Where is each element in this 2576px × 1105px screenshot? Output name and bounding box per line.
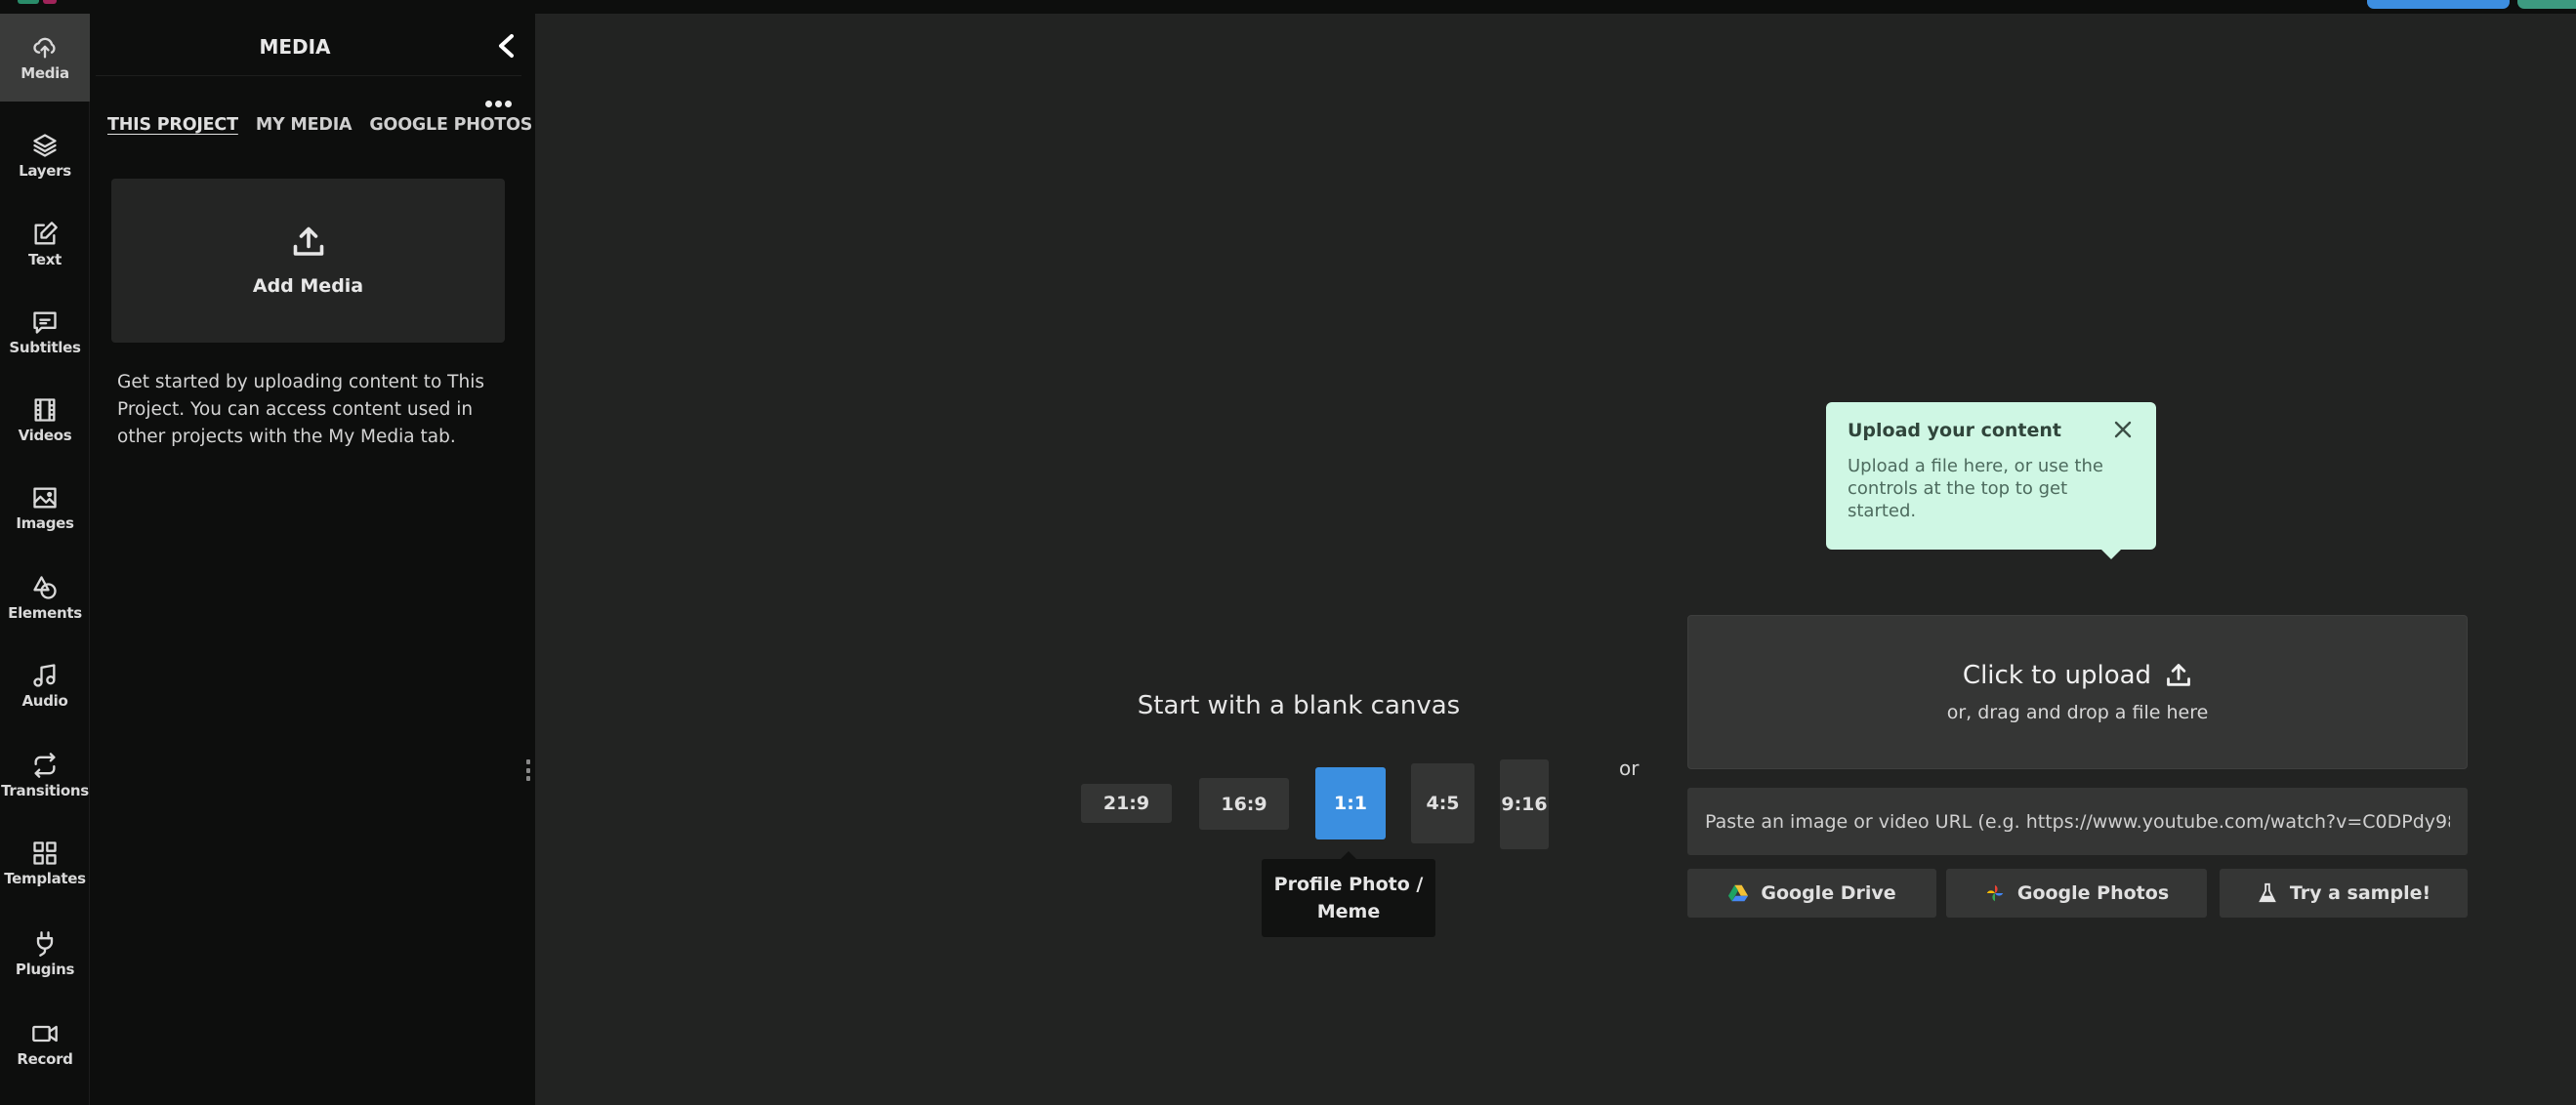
google-drive-icon bbox=[1728, 884, 1749, 902]
close-icon bbox=[2114, 421, 2132, 438]
try-sample-button[interactable]: Try a sample! bbox=[2220, 869, 2468, 918]
top-secondary-button[interactable] bbox=[2517, 0, 2576, 9]
more-dots-icon bbox=[484, 100, 492, 107]
panel-resize-handle[interactable] bbox=[525, 759, 531, 781]
sidebar-item-label: Text bbox=[27, 250, 62, 268]
sidebar-item-label: Record bbox=[17, 1049, 73, 1068]
tab-my-media[interactable]: MY MEDIA bbox=[256, 115, 353, 138]
panel-title: MEDIA bbox=[259, 35, 331, 59]
flask-icon bbox=[2259, 882, 2276, 903]
sidebar-item-label: Templates bbox=[4, 869, 86, 887]
tooltip-close-button[interactable] bbox=[2111, 418, 2135, 441]
media-tabs: THIS PROJECT MY MEDIA GOOGLE PHOTOS bbox=[107, 115, 532, 138]
google-photos-icon bbox=[1986, 884, 2004, 902]
collapse-panel-button[interactable] bbox=[490, 29, 523, 62]
ratio-21-9-button[interactable]: 21:9 bbox=[1081, 784, 1172, 823]
add-media-label: Add Media bbox=[252, 275, 364, 297]
upload-subtitle: or, drag and drop a file here bbox=[1946, 702, 2209, 723]
ratio-16-9-button[interactable]: 16:9 bbox=[1199, 778, 1289, 830]
logo-mark-secondary bbox=[43, 0, 57, 4]
video-camera-icon bbox=[32, 1025, 58, 1042]
sidebar-item-audio[interactable]: Audio bbox=[0, 641, 90, 729]
upload-icon bbox=[293, 226, 323, 256]
tooltip-title: Upload your content bbox=[1848, 420, 2062, 441]
tab-google-photos[interactable]: GOOGLE PHOTOS bbox=[369, 115, 532, 138]
app-root: Media Layers Text Subtitles Videos Image… bbox=[0, 0, 2576, 1105]
speech-bubble-icon bbox=[33, 311, 57, 334]
sidebar-item-label: Videos bbox=[18, 426, 72, 444]
sidebar-item-transitions[interactable]: Transitions bbox=[0, 731, 90, 819]
sidebar-item-label: Audio bbox=[21, 691, 68, 710]
sidebar-item-text[interactable]: Text bbox=[0, 200, 90, 288]
sidebar: Media Layers Text Subtitles Videos Image… bbox=[0, 14, 90, 1105]
sidebar-item-label: Transitions bbox=[1, 781, 89, 799]
layers-icon bbox=[33, 133, 57, 157]
shapes-icon bbox=[33, 575, 57, 599]
click-to-upload-dropzone[interactable]: Click to upload or, drag and drop a file… bbox=[1687, 615, 2468, 769]
sidebar-item-layers[interactable]: Layers bbox=[0, 111, 90, 199]
ratio-9-16-button[interactable]: 9:16 bbox=[1500, 759, 1549, 849]
tab-this-project[interactable]: THIS PROJECT bbox=[107, 115, 238, 138]
upload-title-row: Click to upload bbox=[1963, 661, 2192, 690]
sidebar-item-label: Plugins bbox=[15, 960, 75, 978]
film-icon bbox=[34, 397, 56, 422]
upload-icon bbox=[2167, 664, 2190, 686]
music-note-icon bbox=[33, 663, 56, 687]
ratio-tooltip: Profile Photo / Meme bbox=[1262, 851, 1435, 937]
sidebar-item-label: Media bbox=[21, 63, 69, 82]
google-drive-button[interactable]: Google Drive bbox=[1687, 869, 1936, 918]
loop-arrows-icon bbox=[34, 752, 56, 778]
grid-icon bbox=[33, 840, 57, 865]
panel-divider bbox=[96, 75, 521, 76]
tooltip-body: Upload a file here, or use the controls … bbox=[1848, 456, 2103, 521]
top-bar bbox=[0, 0, 2576, 14]
cloud-upload-icon bbox=[33, 37, 56, 58]
more-dots-icon bbox=[504, 100, 512, 107]
more-options-button[interactable] bbox=[480, 94, 516, 113]
sidebar-item-label: Subtitles bbox=[9, 338, 81, 356]
plug-icon bbox=[36, 930, 54, 957]
sidebar-item-label: Images bbox=[16, 513, 74, 532]
canvas-area bbox=[535, 14, 2576, 1105]
sidebar-item-elements[interactable]: Elements bbox=[0, 553, 90, 641]
media-url-input[interactable] bbox=[1687, 788, 2468, 855]
sidebar-item-images[interactable]: Images bbox=[0, 464, 90, 552]
ratio-1-1-button[interactable]: 1:1 bbox=[1315, 767, 1386, 839]
ratio-4-5-button[interactable]: 4:5 bbox=[1411, 763, 1475, 843]
or-separator: or bbox=[1619, 757, 1640, 780]
sidebar-item-subtitles[interactable]: Subtitles bbox=[0, 288, 90, 376]
sidebar-item-record[interactable]: Record bbox=[0, 1000, 90, 1087]
upload-content-tooltip: Upload your content Upload a file here, … bbox=[1826, 402, 2156, 559]
media-panel: MEDIA THIS PROJECT MY MEDIA GOOGLE PHOTO… bbox=[90, 14, 535, 1105]
add-media-button[interactable]: Add Media bbox=[111, 179, 505, 343]
google-photos-button[interactable]: Google Photos bbox=[1946, 869, 2207, 918]
try-sample-label: Try a sample! bbox=[2289, 882, 2431, 904]
logo-mark bbox=[18, 0, 39, 4]
upload-title: Click to upload bbox=[1962, 661, 2152, 690]
edit-text-icon bbox=[34, 221, 58, 244]
google-photos-label: Google Photos bbox=[2016, 882, 2170, 904]
sidebar-item-media[interactable]: Media bbox=[0, 14, 90, 102]
more-dots-icon bbox=[494, 100, 502, 107]
blank-canvas-title: Start with a blank canvas bbox=[1137, 691, 1461, 720]
chevron-left-icon bbox=[499, 34, 514, 58]
image-icon bbox=[33, 487, 57, 508]
sidebar-item-templates[interactable]: Templates bbox=[0, 819, 90, 907]
sidebar-item-label: Elements bbox=[8, 603, 82, 622]
sidebar-item-plugins[interactable]: Plugins bbox=[0, 910, 90, 998]
panel-help-text: Get started by uploading content to This… bbox=[117, 372, 484, 447]
sidebar-item-videos[interactable]: Videos bbox=[0, 376, 90, 464]
google-drive-label: Google Drive bbox=[1761, 882, 1896, 904]
top-primary-button[interactable] bbox=[2367, 0, 2510, 9]
sidebar-item-label: Layers bbox=[19, 161, 71, 180]
